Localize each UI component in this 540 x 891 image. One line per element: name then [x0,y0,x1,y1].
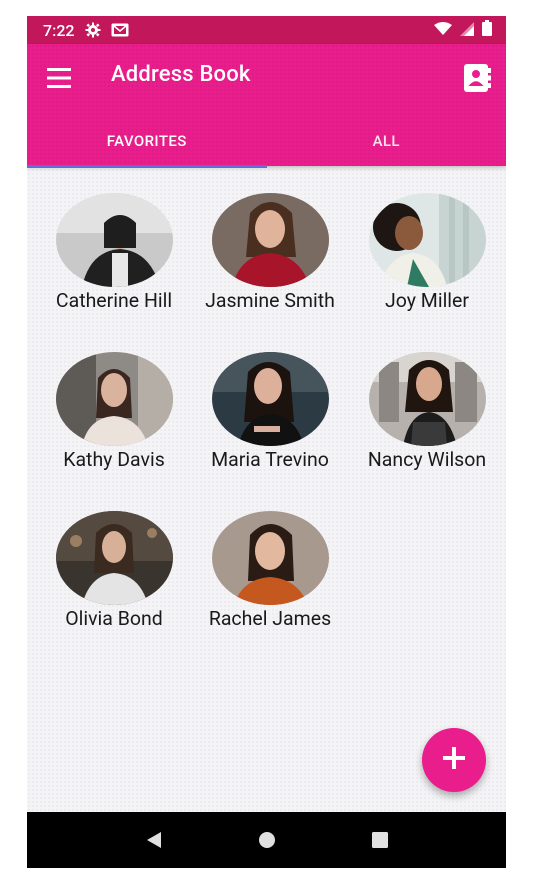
add-contact-button[interactable] [422,728,486,792]
settings-gear-icon [85,22,101,38]
avatar [211,352,329,446]
status-time: 7:22 [43,20,75,40]
tab-favorites[interactable]: FAVORITES [27,116,267,168]
mail-icon [111,23,129,37]
contact-name: Kathy Davis [63,448,165,471]
avatar [55,193,173,287]
phone-screen: 7:22 Address Book FAVORITES ALL Catherin… [27,16,506,868]
signal-icon [460,21,474,40]
contact-name: Jasmine Smith [205,289,335,312]
avatar [368,352,486,446]
back-triangle-icon[interactable] [138,824,170,856]
contact-name: Rachel James [208,607,332,630]
contact-card[interactable]: Nancy Wilson [349,352,505,471]
contact-card[interactable]: Kathy Davis [36,352,192,471]
recents-square-icon[interactable] [364,824,396,856]
app-bar: Address Book FAVORITES ALL [27,44,507,168]
contact-name: Olivia Bond [65,607,163,630]
status-right-icons [434,20,492,40]
avatar [55,511,173,605]
home-circle-icon[interactable] [251,824,283,856]
avatar [55,352,173,446]
hamburger-menu-icon[interactable] [45,64,73,92]
status-bar: 7:22 [27,16,506,44]
tab-all[interactable]: ALL [267,116,507,166]
contact-card[interactable]: Rachel James [192,511,348,630]
tab-bar: FAVORITES ALL [27,116,507,168]
system-nav-bar [27,812,506,868]
contact-card[interactable]: Joy Miller [349,193,505,312]
contact-name: Joy Miller [385,289,469,312]
wifi-icon [434,21,452,40]
avatar [368,193,486,287]
app-title: Address Book [111,62,251,87]
contact-card[interactable]: Jasmine Smith [192,193,348,312]
contact-name: Catherine Hill [55,289,173,312]
contact-card[interactable]: Olivia Bond [36,511,192,630]
avatar [211,193,329,287]
contact-card[interactable]: Maria Trevino [192,352,348,471]
plus-icon [441,745,467,775]
contact-card[interactable]: Catherine Hill [36,193,192,312]
contact-name: Maria Trevino [211,448,329,471]
contact-name: Nancy Wilson [367,448,487,471]
avatar [211,511,329,605]
contacts-book-icon[interactable] [462,62,492,94]
battery-icon [482,20,492,40]
